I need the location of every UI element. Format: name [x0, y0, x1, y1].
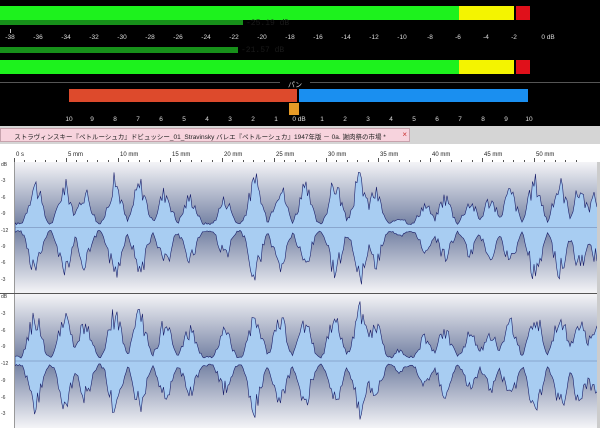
db-scale-label: -6 [455, 34, 461, 41]
waveform-channel-right[interactable] [15, 294, 600, 428]
amplitude-axis-label: -6 [1, 394, 6, 401]
time-ruler-label: 0 s [16, 152, 25, 158]
waveform-left-svg [15, 172, 600, 285]
db-scale-label: -12 [369, 34, 379, 41]
document-tab-title: ストラヴィンスキー『ペトルーシュカ』ドビュッシー_01_Stravinsky バ… [14, 134, 386, 141]
amplitude-axis-label: dB [1, 162, 8, 168]
pan-scale-label: 3 [228, 116, 232, 123]
db-scale-label: -36 [33, 34, 43, 41]
document-tab-bar: ストラヴィンスキー『ペトルーシュカ』ドビュッシー_01_Stravinsky バ… [0, 126, 600, 145]
pan-scale-label: 6 [159, 116, 163, 123]
db-scale-label: -10 [397, 34, 407, 41]
amplitude-axis-label: -9 [1, 243, 6, 250]
time-ruler-label: 25 mm [276, 152, 295, 158]
amplitude-axis-label: -6 [1, 327, 6, 334]
db-scale-label: 0 dB [541, 34, 555, 41]
meter-red-segment [515, 60, 530, 74]
pan-scale-label: 7 [458, 116, 462, 123]
amplitude-axis-label: -9 [1, 377, 6, 384]
meter-yellow-segment [459, 60, 514, 74]
pan-scale-label: 5 [182, 116, 186, 123]
pan-scale-label: 9 [504, 116, 508, 123]
pan-meter: パン 10 9 8 7 6 5 4 3 2 1 0 dB 1 2 3 4 5 6 7 8 9 10 [0, 80, 600, 127]
peak-readout-right: -21.57 dB [241, 46, 285, 55]
time-ruler-label: 5 mm [68, 152, 83, 158]
db-scale-label: -30 [117, 34, 127, 41]
meter-channel-left [0, 6, 530, 20]
peak-hold-tick [514, 60, 516, 74]
amplitude-axis-label: -3 [1, 178, 6, 185]
pan-right-bar [299, 89, 528, 102]
amplitude-axis: dB -3 -6 -9 -12 -9 -6 -3 dB -3 -6 -9 -12 -9 -6 -3 [0, 162, 15, 428]
pan-scale-label: 3 [366, 116, 370, 123]
peak-readout-left: -25.19 dB [246, 19, 290, 28]
db-scale-label: -14 [341, 34, 351, 41]
db-scale-label: -2 [511, 34, 517, 41]
amplitude-axis-label: -12 [1, 361, 9, 367]
pan-scale-label: 0 dB [292, 116, 306, 123]
pan-scale-label: 2 [343, 116, 347, 123]
amplitude-axis-label: -6 [1, 194, 6, 201]
waveform-right-svg [15, 301, 600, 420]
time-ruler-label: 35 mm [380, 152, 399, 158]
waveform-editor[interactable]: 0 s 5 mm 10 mm 15 mm 20 mm 25 mm 30 mm 35 mm 40 … [0, 144, 600, 428]
peak-hold-tick [514, 6, 516, 20]
pan-scale-label: 10 [65, 116, 73, 123]
pan-scale-label: 8 [481, 116, 485, 123]
pan-scale-label: 2 [251, 116, 255, 123]
meter-level-shade [0, 47, 238, 53]
db-scale-label: -8 [427, 34, 433, 41]
db-scale-label: -24 [201, 34, 211, 41]
pan-left-bar [69, 89, 297, 102]
db-scale: -38 -36 -34 -32 -30 -28 -26 -24 -22 -20 -18 -16 -14 -… [0, 34, 600, 46]
db-scale-label: -18 [285, 34, 295, 41]
meter-green-segment [0, 60, 459, 74]
close-icon[interactable]: × [402, 130, 407, 139]
pan-scale-label: 6 [435, 116, 439, 123]
db-scale-label: -28 [145, 34, 155, 41]
waveform-channel-left[interactable] [15, 162, 600, 293]
db-scale-label: -34 [61, 34, 71, 41]
amplitude-axis-label: -6 [1, 260, 6, 267]
pan-scale-label: 9 [90, 116, 94, 123]
time-ruler-label: 45 mm [484, 152, 503, 158]
db-scale-label: -20 [257, 34, 267, 41]
db-scale-label: -32 [89, 34, 99, 41]
amplitude-axis-label: -3 [1, 310, 6, 317]
pan-scale-label: 10 [525, 116, 533, 123]
time-ruler-label: 20 mm [224, 152, 243, 158]
time-ruler-label: 10 mm [120, 152, 139, 158]
pan-position-marker[interactable] [289, 103, 299, 115]
pan-scale-label: 8 [113, 116, 117, 123]
meter-yellow-segment [459, 6, 514, 20]
pan-scale-label: 4 [205, 116, 209, 123]
amplitude-axis-label: -3 [1, 411, 6, 418]
amplitude-axis-label: dB [1, 294, 8, 300]
level-meters: -25.19 dB -38 -36 -34 -32 -30 -28 -26 -24 -22 -20… [0, 0, 600, 82]
pan-scale-label: 1 [320, 116, 324, 123]
time-ruler-label: 15 mm [172, 152, 191, 158]
amplitude-axis-label: -9 [1, 211, 6, 218]
amplitude-axis-label: -9 [1, 344, 6, 351]
db-scale-label: -16 [313, 34, 323, 41]
db-scale-label: -26 [173, 34, 183, 41]
meter-channel-right [0, 60, 530, 74]
meter-level-shade [0, 20, 243, 25]
time-ruler-label: 30 mm [328, 152, 347, 158]
document-tab[interactable]: ストラヴィンスキー『ペトルーシュカ』ドビュッシー_01_Stravinsky バ… [0, 128, 410, 142]
amplitude-axis-label: -3 [1, 276, 6, 283]
db-scale-label: -22 [229, 34, 239, 41]
pan-scale-label: 1 [274, 116, 278, 123]
pan-scale-label: 4 [389, 116, 393, 123]
amplitude-axis-label: -12 [1, 227, 9, 234]
time-ruler-label: 40 mm [432, 152, 451, 158]
db-scale-label: -38 [5, 34, 15, 41]
pan-scale-label: 7 [136, 116, 140, 123]
meter-green-segment [0, 6, 459, 20]
db-scale-label: -4 [483, 34, 489, 41]
time-ruler-label: 50 mm [536, 152, 555, 158]
pan-scale-label: 5 [412, 116, 416, 123]
meter-red-segment [515, 6, 530, 20]
